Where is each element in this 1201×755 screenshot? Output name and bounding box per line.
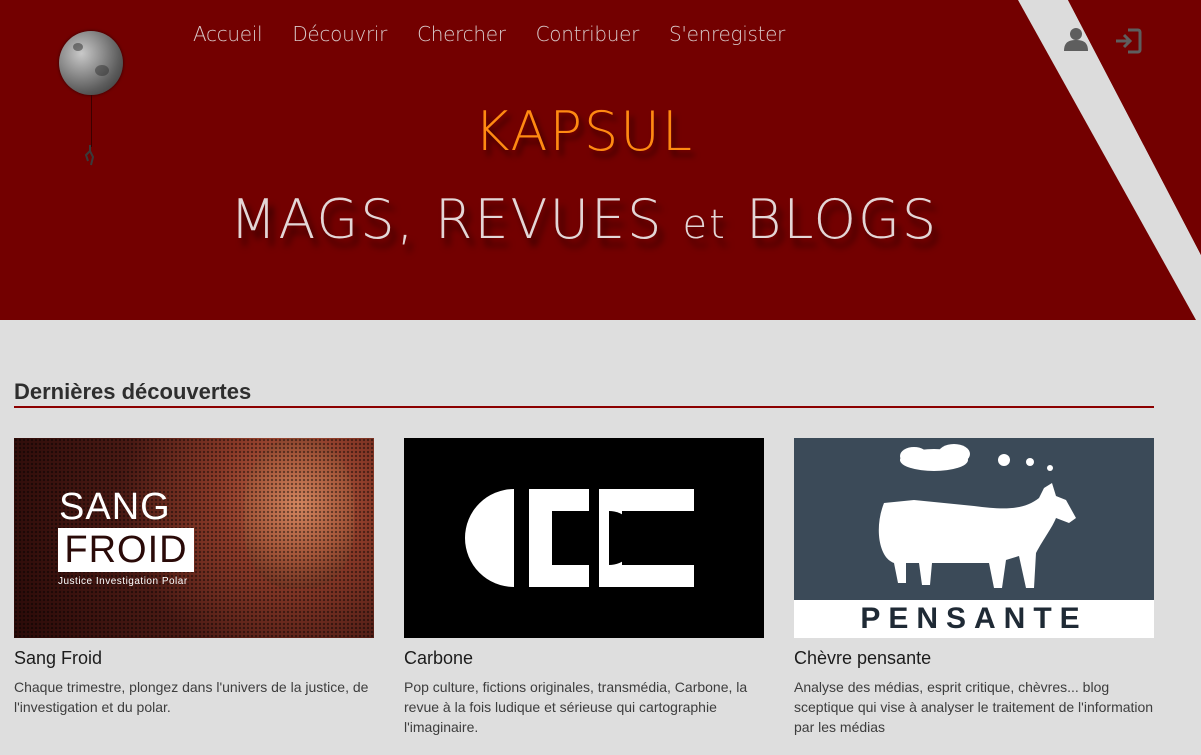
sang-froid-logo-sub: Justice Investigation Polar [58,576,188,587]
tagline-et: et [682,202,727,248]
carbone-logo [465,489,694,587]
section-title: Dernières découvertes [14,379,252,404]
card-sang-froid: SANG FROID Justice Investigation Polar S… [14,438,374,717]
goat-icon [878,444,1076,588]
tagline-part2: BLOGS [726,188,939,251]
card-description: Chaque trimestre, plongez dans l'univers… [14,679,369,715]
pensante-word: PENSANTE [860,602,1088,635]
brand-title: KAPSUL [474,100,694,163]
section-divider [14,406,1154,408]
card-description: Analyse des médias, esprit critique, chè… [794,679,1154,735]
sang-froid-logo-line2: FROID [58,528,194,572]
card-description: Pop culture, fictions originales, transm… [404,679,748,735]
nav-contribuer[interactable]: Contribuer [536,22,640,46]
card-title[interactable]: Chèvre pensante [794,648,1154,668]
card-image[interactable]: SANG FROID Justice Investigation Polar [14,438,374,638]
nav-decouvrir[interactable]: Découvrir [292,22,387,46]
main-nav: Accueil Découvrir Chercher Contribuer S'… [193,22,785,46]
card-title[interactable]: Sang Froid [14,648,374,668]
card-chevre-pensante: PENSANTE Chèvre pensante Analyse des méd… [794,438,1154,737]
nav-accueil[interactable]: Accueil [193,22,263,46]
card-carbone: Carbone Pop culture, fictions originales… [404,438,764,737]
tagline-part1: MAGS, REVUES [229,188,683,251]
nav-chercher[interactable]: Chercher [417,22,506,46]
sang-froid-logo-line1: SANG [59,486,171,528]
card-image[interactable]: PENSANTE [794,438,1154,638]
user-icon[interactable] [1063,26,1089,52]
login-icon[interactable] [1114,28,1142,54]
site-logo-moon[interactable] [59,31,123,95]
tagline: MAGS, REVUES et BLOGS [0,188,1168,251]
card-image[interactable] [404,438,764,638]
nav-senregister[interactable]: S'enregister [669,22,785,46]
card-title[interactable]: Carbone [404,648,764,668]
site-header: Accueil Découvrir Chercher Contribuer S'… [0,0,1201,320]
